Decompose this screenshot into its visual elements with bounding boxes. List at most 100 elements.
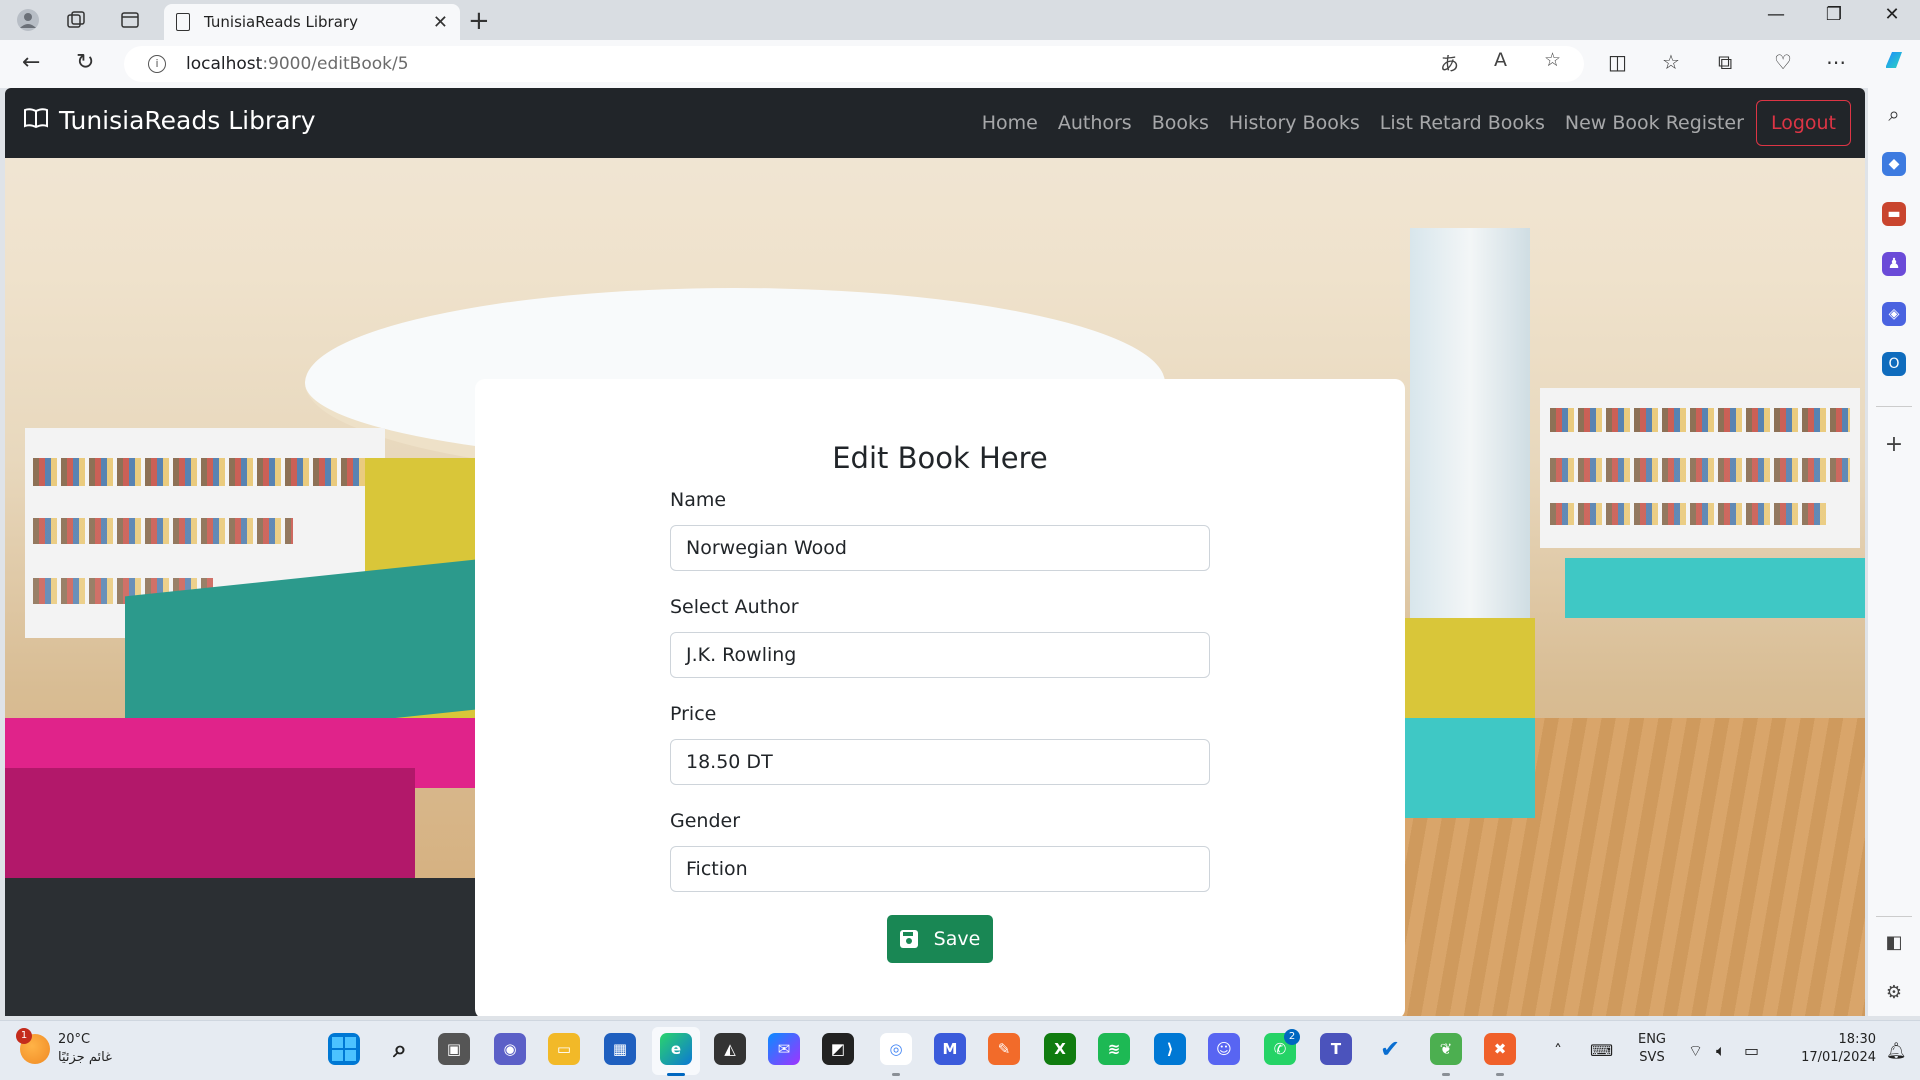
- nav-list-retard-books[interactable]: List Retard Books: [1380, 112, 1545, 134]
- yellow-cube: [1405, 618, 1535, 718]
- site-navbar: TunisiaReads Library Home Authors Books …: [5, 88, 1865, 158]
- collections-icon[interactable]: ⧉: [1718, 50, 1732, 74]
- nav-links: Home Authors Books History Books List Re…: [962, 100, 1851, 146]
- read-aloud-icon[interactable]: A: [1494, 49, 1507, 71]
- sidebar-outlook-icon[interactable]: O: [1882, 352, 1906, 376]
- sidebar-m365-icon[interactable]: ◈: [1882, 302, 1906, 326]
- leaf-app-indicator: [1442, 1073, 1450, 1076]
- mathpix-icon[interactable]: M: [934, 1033, 966, 1065]
- whatsapp-badge: 2: [1284, 1029, 1300, 1045]
- tab-title: TunisiaReads Library: [204, 13, 358, 31]
- copilot-icon[interactable]: [1880, 46, 1908, 79]
- wifi-icon[interactable]: ⌔: [1688, 1041, 1703, 1061]
- back-icon[interactable]: ←: [22, 50, 40, 75]
- cyan-cube: [1405, 718, 1535, 818]
- price-input[interactable]: 18.50 DT: [670, 739, 1210, 785]
- keyboard-icon[interactable]: ⌨: [1590, 1041, 1613, 1060]
- nav-new-book-register[interactable]: New Book Register: [1565, 112, 1744, 134]
- profile-icon[interactable]: [14, 6, 42, 34]
- close-window-icon[interactable]: ✕: [1872, 4, 1912, 25]
- clock[interactable]: 18:30 17/01/2024: [1776, 1031, 1876, 1067]
- books-row: [1550, 458, 1850, 482]
- battery-icon[interactable]: ▭: [1744, 1041, 1759, 1060]
- restore-icon[interactable]: ❐: [1814, 4, 1854, 25]
- name-label: Name: [670, 489, 727, 511]
- xampp-icon[interactable]: ✖: [1484, 1033, 1516, 1065]
- edge-icon[interactable]: e: [660, 1033, 692, 1065]
- author-select[interactable]: J.K. Rowling: [670, 632, 1210, 678]
- books-row: [1550, 408, 1850, 432]
- sidebar-divider: [1876, 406, 1912, 407]
- teams-icon[interactable]: T: [1320, 1033, 1352, 1065]
- save-button[interactable]: Save: [887, 915, 993, 963]
- minimize-icon[interactable]: —: [1756, 4, 1796, 25]
- new-tab-icon[interactable]: +: [468, 6, 490, 36]
- logout-button[interactable]: Logout: [1755, 100, 1851, 146]
- weather-temperature: 20°C: [58, 1032, 91, 1047]
- sidebar-shopping-icon[interactable]: ◆: [1882, 152, 1906, 176]
- address-bar[interactable]: i localhost:9000/editBook/5: [124, 46, 1584, 82]
- sidebar-search-icon[interactable]: ⌕: [1882, 102, 1906, 126]
- nav-authors[interactable]: Authors: [1058, 112, 1132, 134]
- weather-widget[interactable]: 1 20°C غائم جزئيًا: [16, 1028, 112, 1067]
- favorite-star-icon[interactable]: ☆: [1544, 49, 1561, 71]
- browser-essentials-icon[interactable]: ♡: [1774, 50, 1792, 74]
- leaf-app-icon[interactable]: ❦: [1430, 1033, 1462, 1065]
- sidebar-games-icon[interactable]: ♟: [1882, 252, 1906, 276]
- open-book-icon: [23, 107, 49, 135]
- split-screen-icon[interactable]: ◫: [1608, 50, 1627, 74]
- browser-tab-active[interactable]: TunisiaReads Library ✕: [164, 4, 460, 40]
- price-label: Price: [670, 703, 717, 725]
- cyan-counter: [1565, 558, 1865, 618]
- spotify-icon[interactable]: ≋: [1098, 1033, 1130, 1065]
- address-toolbar: ← ↻ i localhost:9000/editBook/5 あ A ☆ ◫ …: [0, 40, 1920, 88]
- teams-chat-icon[interactable]: ◉: [494, 1033, 526, 1065]
- refresh-icon[interactable]: ↻: [76, 50, 94, 75]
- vscode-icon[interactable]: ⟩: [1154, 1033, 1186, 1065]
- brand-link[interactable]: TunisiaReads Library: [23, 106, 316, 135]
- close-tab-icon[interactable]: ✕: [433, 12, 448, 33]
- nav-home[interactable]: Home: [982, 112, 1038, 134]
- page-icon: [176, 13, 190, 31]
- messenger-icon[interactable]: ✉: [768, 1033, 800, 1065]
- notifications-icon[interactable]: 🔔︎: [1886, 1041, 1906, 1060]
- xbox-icon[interactable]: X: [1044, 1033, 1076, 1065]
- windows-taskbar: 1 20°C غائم جزئيًا ⌕ ▣ ◉ ▭ ▦ e ◭ ✉ ◩ ◎ M…: [0, 1020, 1920, 1080]
- volume-icon[interactable]: 🔈︎: [1716, 1041, 1726, 1061]
- nav-books[interactable]: Books: [1152, 112, 1209, 134]
- sticky-notes-icon[interactable]: ◩: [822, 1033, 854, 1065]
- favorites-icon[interactable]: ☆: [1662, 50, 1680, 74]
- sidebar-settings-icon[interactable]: ⚙: [1882, 980, 1906, 1004]
- site-info-icon[interactable]: i: [148, 55, 166, 73]
- todo-icon[interactable]: ✔: [1374, 1033, 1406, 1065]
- sidebar-hide-icon[interactable]: ◧: [1882, 930, 1906, 954]
- nav-history-books[interactable]: History Books: [1229, 112, 1360, 134]
- url-path: :9000/editBook/5: [262, 54, 409, 74]
- translate-icon[interactable]: あ: [1440, 49, 1459, 76]
- start-icon[interactable]: [328, 1033, 360, 1065]
- sidebar-tools-icon[interactable]: ▬: [1882, 202, 1906, 226]
- discord-icon[interactable]: ☺: [1208, 1033, 1240, 1065]
- language-indicator[interactable]: ENG SVS: [1634, 1031, 1670, 1067]
- tray-overflow-icon[interactable]: ˄: [1554, 1041, 1562, 1060]
- tab-actions-icon[interactable]: [116, 6, 144, 34]
- weather-badge: 1: [16, 1028, 32, 1044]
- clock-time: 18:30: [1838, 1032, 1876, 1047]
- name-input[interactable]: Norwegian Wood: [670, 525, 1210, 571]
- file-explorer-icon[interactable]: ▭: [548, 1033, 580, 1065]
- sidebar-add-icon[interactable]: +: [1882, 432, 1906, 457]
- search-icon[interactable]: ⌕: [384, 1033, 416, 1065]
- clock-date: 17/01/2024: [1801, 1050, 1876, 1065]
- unity-icon[interactable]: ◭: [714, 1033, 746, 1065]
- save-button-label: Save: [933, 928, 981, 950]
- store-icon[interactable]: ▦: [604, 1033, 636, 1065]
- sidebar-divider: [1876, 916, 1912, 917]
- postman-icon[interactable]: ✎: [988, 1033, 1020, 1065]
- gender-input[interactable]: Fiction: [670, 846, 1210, 892]
- language-code: ENG: [1637, 1032, 1666, 1047]
- chrome-icon[interactable]: ◎: [880, 1033, 912, 1065]
- task-view-icon[interactable]: ▣: [438, 1033, 470, 1065]
- more-options-icon[interactable]: ⋯: [1826, 50, 1846, 74]
- author-label: Select Author: [670, 596, 799, 618]
- workspaces-icon[interactable]: [62, 6, 90, 34]
